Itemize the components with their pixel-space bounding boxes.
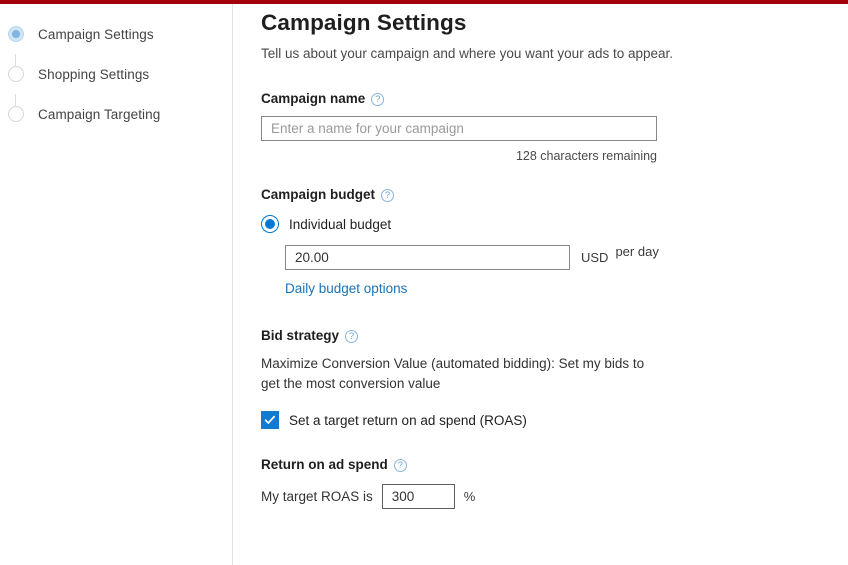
target-roas-checkbox-label: Set a target return on ad spend (ROAS)	[289, 412, 527, 428]
roas-label-row: Return on ad spend ?	[261, 457, 821, 472]
roas-prefix-text: My target ROAS is	[261, 488, 373, 504]
page-title: Campaign Settings	[261, 10, 467, 35]
individual-budget-radio-row[interactable]: Individual budget	[261, 215, 821, 233]
target-roas-checkbox[interactable]	[261, 411, 279, 429]
bid-strategy-section: Bid strategy ? Maximize Conversion Value…	[261, 328, 821, 429]
help-circle-icon[interactable]: ?	[345, 330, 359, 343]
bid-strategy-label: Bid strategy	[261, 328, 340, 343]
page-layout: Campaign Settings Shopping Settings Camp…	[0, 4, 848, 565]
individual-budget-label: Individual budget	[289, 216, 392, 232]
campaign-budget-label-row: Campaign budget ?	[261, 187, 821, 202]
wizard-step-list: Campaign Settings Shopping Settings Camp…	[0, 14, 233, 134]
target-roas-checkbox-row[interactable]: Set a target return on ad spend (ROAS)	[261, 411, 821, 429]
campaign-name-label-row: Campaign name ?	[261, 91, 821, 106]
sidebar-step-label: Campaign Targeting	[38, 106, 161, 122]
sidebar-step-label: Campaign Settings	[38, 26, 154, 42]
budget-amount-row: USD per day	[285, 244, 821, 270]
budget-currency-label: USD	[581, 250, 609, 265]
main-panel: Campaign Settings Tell us about your cam…	[233, 4, 848, 565]
form-content: Campaign Settings Tell us about your cam…	[261, 4, 821, 509]
bid-strategy-label-row: Bid strategy ?	[261, 328, 821, 343]
help-circle-icon[interactable]: ?	[371, 93, 385, 106]
budget-period-label: per day	[615, 244, 659, 259]
sidebar-step-label: Shopping Settings	[38, 66, 150, 82]
help-circle-icon[interactable]: ?	[393, 459, 407, 472]
sidebar-step-shopping-settings[interactable]: Shopping Settings	[0, 54, 233, 94]
campaign-name-label: Campaign name	[261, 91, 366, 106]
characters-remaining-text: 128 characters remaining	[515, 149, 657, 163]
campaign-budget-label: Campaign budget	[261, 187, 375, 202]
roas-value-input[interactable]	[381, 484, 455, 509]
campaign-name-section: Campaign name ? 128 characters remaining	[261, 91, 821, 163]
return-on-ad-spend-section: Return on ad spend ? My target ROAS is %	[261, 457, 821, 509]
campaign-name-input[interactable]	[261, 116, 657, 141]
page-subtitle: Tell us about your campaign and where yo…	[261, 46, 674, 61]
step-bullet-upcoming-icon	[8, 106, 24, 122]
bid-strategy-description: Maximize Conversion Value (automated bid…	[261, 356, 645, 391]
step-bullet-current-icon	[8, 26, 24, 42]
sidebar-step-campaign-targeting[interactable]: Campaign Targeting	[0, 94, 233, 134]
wizard-sidebar: Campaign Settings Shopping Settings Camp…	[0, 4, 233, 565]
roas-percent-label: %	[463, 489, 476, 504]
individual-budget-radio[interactable]	[261, 215, 279, 233]
sidebar-step-campaign-settings[interactable]: Campaign Settings	[0, 14, 233, 54]
budget-amount-input[interactable]	[285, 245, 570, 270]
campaign-budget-section: Campaign budget ? Individual budget USD …	[261, 187, 821, 298]
roas-input-row: My target ROAS is %	[261, 484, 821, 509]
roas-label: Return on ad spend	[261, 457, 388, 472]
help-circle-icon[interactable]: ?	[381, 189, 394, 202]
step-bullet-upcoming-icon	[8, 66, 24, 82]
daily-budget-options-link[interactable]: Daily budget options	[285, 281, 407, 296]
